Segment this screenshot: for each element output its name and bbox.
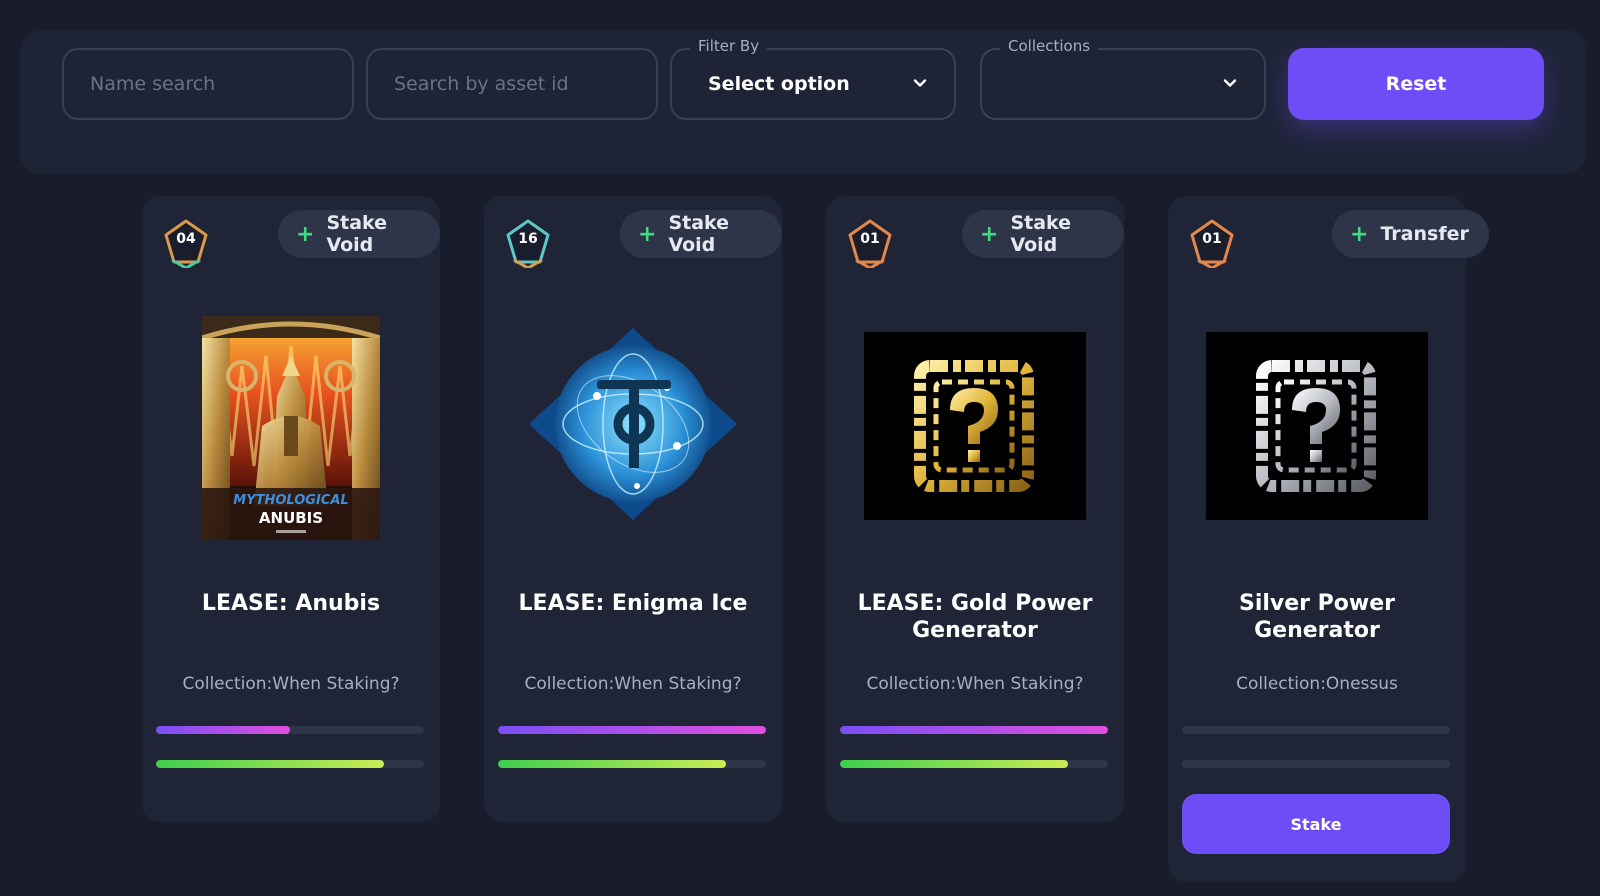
stake-void-button[interactable]: + Stake Void xyxy=(278,210,440,258)
action-label: Stake Void xyxy=(326,212,388,256)
level-badge: 01 xyxy=(846,218,894,268)
nft-card: 16 + Stake Void LEASE: Enigma Ice Collec… xyxy=(484,196,782,822)
action-label: Transfer xyxy=(1380,223,1469,245)
nft-card: 04 + Stake Void MYTHOLOGICAL ANUBIS LEAS… xyxy=(142,196,440,822)
stake-button[interactable]: Stake xyxy=(1182,794,1450,854)
gold-mystery-box-artwork xyxy=(864,332,1086,520)
stake-void-button[interactable]: + Stake Void xyxy=(962,210,1124,258)
progress-bar-purple xyxy=(840,726,1108,734)
level-number: 04 xyxy=(176,231,196,247)
anubis-artwork: MYTHOLOGICAL ANUBIS xyxy=(202,316,380,540)
card-title: LEASE: Anubis xyxy=(201,591,381,616)
card-title: Silver Power Generator xyxy=(1238,591,1396,643)
plus-icon: + xyxy=(980,221,999,247)
chevron-down-icon xyxy=(913,79,927,87)
level-number: 16 xyxy=(518,231,538,247)
card-collection: Collection:When Staking? xyxy=(866,674,1084,694)
level-number: 01 xyxy=(1202,231,1222,247)
filter-panel: Filter By Select option Collections Rese… xyxy=(20,30,1586,174)
asset-id-search-input[interactable] xyxy=(368,50,656,118)
name-search-input[interactable] xyxy=(64,50,352,118)
card-title: LEASE: Gold Power Generator xyxy=(857,591,1093,643)
chevron-down-icon xyxy=(1223,79,1237,87)
enigma-ice-artwork xyxy=(529,328,737,520)
progress-bar-green xyxy=(840,760,1108,768)
name-search-field[interactable] xyxy=(62,48,354,120)
plus-icon: + xyxy=(1350,221,1369,247)
plus-icon: + xyxy=(296,221,315,247)
anubis-name-text: ANUBIS xyxy=(259,509,323,527)
nft-card: 01 + Stake Void LEASE: Gold Power Genera… xyxy=(826,196,1124,822)
progress-bar-purple xyxy=(1182,726,1450,734)
action-label: Stake Void xyxy=(668,212,730,256)
progress-bar-purple xyxy=(156,726,424,734)
filter-by-value: Select option xyxy=(708,73,850,95)
reset-button[interactable]: Reset xyxy=(1288,48,1544,120)
level-badge: 04 xyxy=(162,218,210,268)
level-badge: 16 xyxy=(504,218,552,268)
collections-select[interactable]: Collections xyxy=(980,37,1266,120)
card-collection: Collection:When Staking? xyxy=(182,674,400,694)
progress-bar-purple xyxy=(498,726,766,734)
level-number: 01 xyxy=(860,231,880,247)
transfer-button[interactable]: + Transfer xyxy=(1332,210,1489,258)
card-collection: Collection:Onessus xyxy=(1236,674,1398,694)
filter-by-select[interactable]: Filter By Select option xyxy=(670,37,956,120)
progress-bar-green xyxy=(156,760,424,768)
card-title: LEASE: Enigma Ice xyxy=(518,591,748,616)
action-label: Stake Void xyxy=(1010,212,1072,256)
silver-mystery-box-artwork xyxy=(1206,332,1428,520)
collections-label: Collections xyxy=(1000,37,1099,55)
plus-icon: + xyxy=(638,221,657,247)
progress-bar-green xyxy=(498,760,766,768)
stake-void-button[interactable]: + Stake Void xyxy=(620,210,782,258)
nft-card: 01 + Transfer Silver Power Generator Col… xyxy=(1168,196,1489,882)
card-collection: Collection:When Staking? xyxy=(524,674,742,694)
anubis-logo-text: MYTHOLOGICAL xyxy=(233,493,348,508)
level-badge: 01 xyxy=(1188,218,1236,268)
progress-bar-green xyxy=(1182,760,1450,768)
asset-id-search-field[interactable] xyxy=(366,48,658,120)
